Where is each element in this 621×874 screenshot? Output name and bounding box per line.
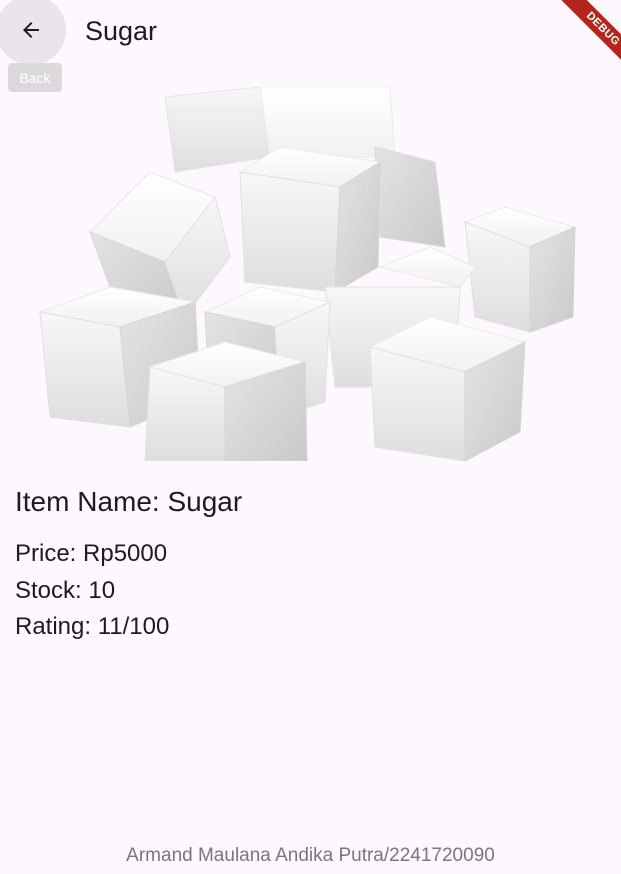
sugar-cubes-image [38, 86, 577, 462]
product-image [35, 86, 585, 462]
item-name: Item Name: Sugar [15, 486, 243, 517]
page-title: Sugar [85, 16, 158, 46]
app-bar: Back Sugar [0, 0, 621, 92]
rating-text: Rating: 11/100 [15, 613, 170, 640]
back-button[interactable] [0, 0, 66, 65]
debug-banner: DEBUG [541, 0, 621, 80]
debug-ribbon-label: DEBUG [554, 0, 621, 78]
price-text: Price: Rp5000 [15, 540, 168, 567]
footer-credit: Armand Maulana Andika Putra/2241720090 [126, 845, 495, 866]
arrow-back-icon [19, 18, 43, 42]
stock-text: Stock: 10 [15, 577, 116, 604]
